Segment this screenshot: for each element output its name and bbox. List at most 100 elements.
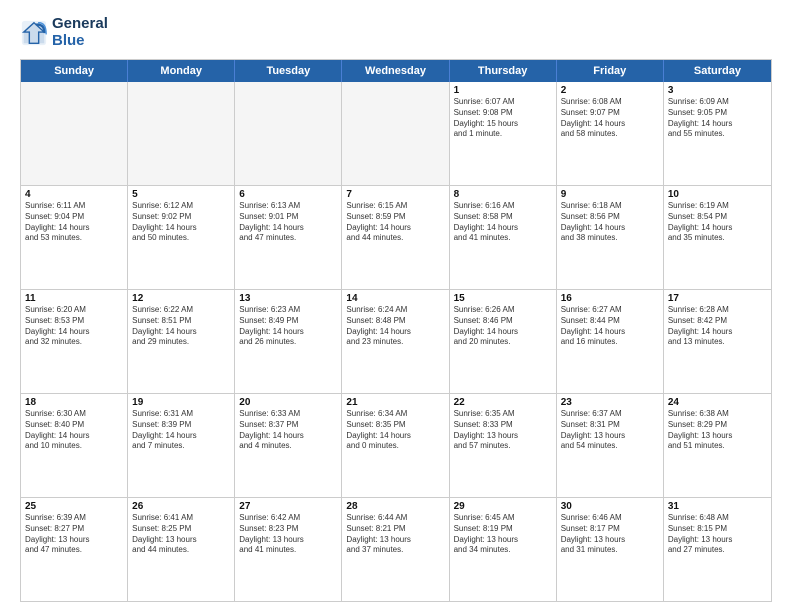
calendar-day-3: 3Sunrise: 6:09 AM Sunset: 9:05 PM Daylig… (664, 82, 771, 185)
day-number: 5 (132, 189, 230, 200)
day-number: 27 (239, 501, 337, 512)
calendar-day-15: 15Sunrise: 6:26 AM Sunset: 8:46 PM Dayli… (450, 290, 557, 393)
calendar-day-14: 14Sunrise: 6:24 AM Sunset: 8:48 PM Dayli… (342, 290, 449, 393)
day-number: 8 (454, 189, 552, 200)
header-day-wednesday: Wednesday (342, 60, 449, 82)
day-info: Sunrise: 6:09 AM Sunset: 9:05 PM Dayligh… (668, 97, 767, 140)
header-day-thursday: Thursday (450, 60, 557, 82)
day-number: 15 (454, 293, 552, 304)
calendar-week-4: 18Sunrise: 6:30 AM Sunset: 8:40 PM Dayli… (21, 394, 771, 498)
header-day-friday: Friday (557, 60, 664, 82)
calendar-day-20: 20Sunrise: 6:33 AM Sunset: 8:37 PM Dayli… (235, 394, 342, 497)
day-number: 22 (454, 397, 552, 408)
day-info: Sunrise: 6:26 AM Sunset: 8:46 PM Dayligh… (454, 305, 552, 348)
calendar-day-6: 6Sunrise: 6:13 AM Sunset: 9:01 PM Daylig… (235, 186, 342, 289)
calendar-day-7: 7Sunrise: 6:15 AM Sunset: 8:59 PM Daylig… (342, 186, 449, 289)
day-number: 21 (346, 397, 444, 408)
calendar-day-28: 28Sunrise: 6:44 AM Sunset: 8:21 PM Dayli… (342, 498, 449, 601)
day-info: Sunrise: 6:41 AM Sunset: 8:25 PM Dayligh… (132, 513, 230, 556)
calendar-day-18: 18Sunrise: 6:30 AM Sunset: 8:40 PM Dayli… (21, 394, 128, 497)
calendar-day-26: 26Sunrise: 6:41 AM Sunset: 8:25 PM Dayli… (128, 498, 235, 601)
header-day-saturday: Saturday (664, 60, 771, 82)
day-info: Sunrise: 6:08 AM Sunset: 9:07 PM Dayligh… (561, 97, 659, 140)
day-info: Sunrise: 6:13 AM Sunset: 9:01 PM Dayligh… (239, 201, 337, 244)
logo: General Blue (20, 16, 108, 49)
day-info: Sunrise: 6:42 AM Sunset: 8:23 PM Dayligh… (239, 513, 337, 556)
day-info: Sunrise: 6:15 AM Sunset: 8:59 PM Dayligh… (346, 201, 444, 244)
day-number: 17 (668, 293, 767, 304)
calendar-day-17: 17Sunrise: 6:28 AM Sunset: 8:42 PM Dayli… (664, 290, 771, 393)
day-number: 6 (239, 189, 337, 200)
calendar-cell-empty (128, 82, 235, 185)
calendar-week-5: 25Sunrise: 6:39 AM Sunset: 8:27 PM Dayli… (21, 498, 771, 601)
day-info: Sunrise: 6:19 AM Sunset: 8:54 PM Dayligh… (668, 201, 767, 244)
calendar-cell-empty (342, 82, 449, 185)
day-info: Sunrise: 6:24 AM Sunset: 8:48 PM Dayligh… (346, 305, 444, 348)
calendar-day-24: 24Sunrise: 6:38 AM Sunset: 8:29 PM Dayli… (664, 394, 771, 497)
day-number: 18 (25, 397, 123, 408)
day-number: 28 (346, 501, 444, 512)
day-info: Sunrise: 6:07 AM Sunset: 9:08 PM Dayligh… (454, 97, 552, 140)
calendar-day-2: 2Sunrise: 6:08 AM Sunset: 9:07 PM Daylig… (557, 82, 664, 185)
calendar-day-16: 16Sunrise: 6:27 AM Sunset: 8:44 PM Dayli… (557, 290, 664, 393)
day-info: Sunrise: 6:11 AM Sunset: 9:04 PM Dayligh… (25, 201, 123, 244)
calendar-day-25: 25Sunrise: 6:39 AM Sunset: 8:27 PM Dayli… (21, 498, 128, 601)
day-info: Sunrise: 6:28 AM Sunset: 8:42 PM Dayligh… (668, 305, 767, 348)
calendar-day-23: 23Sunrise: 6:37 AM Sunset: 8:31 PM Dayli… (557, 394, 664, 497)
calendar-day-12: 12Sunrise: 6:22 AM Sunset: 8:51 PM Dayli… (128, 290, 235, 393)
calendar-day-13: 13Sunrise: 6:23 AM Sunset: 8:49 PM Dayli… (235, 290, 342, 393)
day-number: 29 (454, 501, 552, 512)
calendar-cell-empty (235, 82, 342, 185)
day-info: Sunrise: 6:34 AM Sunset: 8:35 PM Dayligh… (346, 409, 444, 452)
day-info: Sunrise: 6:12 AM Sunset: 9:02 PM Dayligh… (132, 201, 230, 244)
day-info: Sunrise: 6:45 AM Sunset: 8:19 PM Dayligh… (454, 513, 552, 556)
day-number: 31 (668, 501, 767, 512)
calendar: SundayMondayTuesdayWednesdayThursdayFrid… (20, 59, 772, 602)
day-number: 16 (561, 293, 659, 304)
logo-icon (20, 19, 48, 47)
day-info: Sunrise: 6:23 AM Sunset: 8:49 PM Dayligh… (239, 305, 337, 348)
day-number: 10 (668, 189, 767, 200)
day-info: Sunrise: 6:20 AM Sunset: 8:53 PM Dayligh… (25, 305, 123, 348)
day-number: 3 (668, 85, 767, 96)
day-info: Sunrise: 6:38 AM Sunset: 8:29 PM Dayligh… (668, 409, 767, 452)
day-info: Sunrise: 6:27 AM Sunset: 8:44 PM Dayligh… (561, 305, 659, 348)
calendar-day-9: 9Sunrise: 6:18 AM Sunset: 8:56 PM Daylig… (557, 186, 664, 289)
calendar-week-2: 4Sunrise: 6:11 AM Sunset: 9:04 PM Daylig… (21, 186, 771, 290)
calendar-day-5: 5Sunrise: 6:12 AM Sunset: 9:02 PM Daylig… (128, 186, 235, 289)
day-info: Sunrise: 6:30 AM Sunset: 8:40 PM Dayligh… (25, 409, 123, 452)
calendar-week-3: 11Sunrise: 6:20 AM Sunset: 8:53 PM Dayli… (21, 290, 771, 394)
calendar-day-22: 22Sunrise: 6:35 AM Sunset: 8:33 PM Dayli… (450, 394, 557, 497)
logo-text: General Blue (52, 16, 108, 49)
page-header: General Blue (20, 16, 772, 49)
day-number: 26 (132, 501, 230, 512)
day-number: 2 (561, 85, 659, 96)
calendar-day-21: 21Sunrise: 6:34 AM Sunset: 8:35 PM Dayli… (342, 394, 449, 497)
day-info: Sunrise: 6:18 AM Sunset: 8:56 PM Dayligh… (561, 201, 659, 244)
calendar-week-1: 1Sunrise: 6:07 AM Sunset: 9:08 PM Daylig… (21, 82, 771, 186)
day-info: Sunrise: 6:39 AM Sunset: 8:27 PM Dayligh… (25, 513, 123, 556)
day-number: 20 (239, 397, 337, 408)
day-number: 1 (454, 85, 552, 96)
day-info: Sunrise: 6:35 AM Sunset: 8:33 PM Dayligh… (454, 409, 552, 452)
calendar-day-8: 8Sunrise: 6:16 AM Sunset: 8:58 PM Daylig… (450, 186, 557, 289)
day-number: 24 (668, 397, 767, 408)
day-info: Sunrise: 6:44 AM Sunset: 8:21 PM Dayligh… (346, 513, 444, 556)
calendar-day-30: 30Sunrise: 6:46 AM Sunset: 8:17 PM Dayli… (557, 498, 664, 601)
day-number: 7 (346, 189, 444, 200)
day-number: 25 (25, 501, 123, 512)
calendar-body: 1Sunrise: 6:07 AM Sunset: 9:08 PM Daylig… (21, 82, 771, 601)
day-number: 11 (25, 293, 123, 304)
calendar-day-29: 29Sunrise: 6:45 AM Sunset: 8:19 PM Dayli… (450, 498, 557, 601)
day-info: Sunrise: 6:33 AM Sunset: 8:37 PM Dayligh… (239, 409, 337, 452)
day-number: 14 (346, 293, 444, 304)
day-info: Sunrise: 6:16 AM Sunset: 8:58 PM Dayligh… (454, 201, 552, 244)
calendar-day-4: 4Sunrise: 6:11 AM Sunset: 9:04 PM Daylig… (21, 186, 128, 289)
calendar-day-19: 19Sunrise: 6:31 AM Sunset: 8:39 PM Dayli… (128, 394, 235, 497)
day-info: Sunrise: 6:48 AM Sunset: 8:15 PM Dayligh… (668, 513, 767, 556)
day-number: 4 (25, 189, 123, 200)
calendar-day-27: 27Sunrise: 6:42 AM Sunset: 8:23 PM Dayli… (235, 498, 342, 601)
day-info: Sunrise: 6:31 AM Sunset: 8:39 PM Dayligh… (132, 409, 230, 452)
calendar-day-10: 10Sunrise: 6:19 AM Sunset: 8:54 PM Dayli… (664, 186, 771, 289)
calendar-day-11: 11Sunrise: 6:20 AM Sunset: 8:53 PM Dayli… (21, 290, 128, 393)
